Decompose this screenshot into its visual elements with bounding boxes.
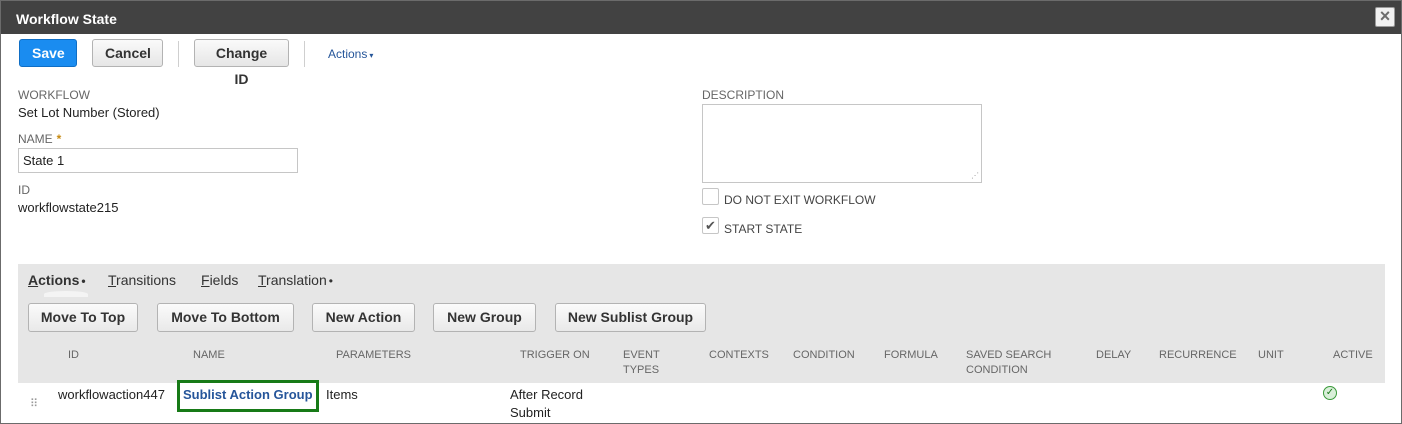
col-delay[interactable]: DELAY xyxy=(1096,348,1131,363)
col-condition[interactable]: CONDITION xyxy=(793,348,855,363)
actions-menu-label: Actions xyxy=(328,47,368,61)
required-mark: * xyxy=(56,132,62,146)
tab-actions[interactable]: Actions • xyxy=(28,272,86,288)
row-trigger-on: After Record Submit xyxy=(510,386,583,422)
tab-access-key: A xyxy=(28,272,39,288)
row-name-link[interactable]: Sublist Action Group xyxy=(177,380,319,412)
row-id: workflowaction447 xyxy=(58,387,165,402)
save-button[interactable]: Save xyxy=(19,39,77,67)
col-name[interactable]: NAME xyxy=(193,348,225,363)
title-bar: Workflow State × xyxy=(1,1,1401,34)
col-parameters[interactable]: PARAMETERS xyxy=(336,348,411,363)
do-not-exit-label: DO NOT EXIT WORKFLOW xyxy=(724,193,876,207)
new-action-button[interactable]: New Action xyxy=(312,303,415,332)
col-id[interactable]: ID xyxy=(68,348,79,363)
caret-down-icon: ▾ xyxy=(369,51,374,60)
resize-grip-icon[interactable]: ⋰ xyxy=(971,171,979,180)
col-formula[interactable]: FORMULA xyxy=(884,348,938,363)
tab-dot: • xyxy=(328,274,333,288)
new-group-button[interactable]: New Group xyxy=(433,303,536,332)
active-check-icon: ✓ xyxy=(1323,386,1337,400)
col-event-types-line1: EVENT xyxy=(623,349,660,361)
toolbar-divider xyxy=(178,41,179,67)
row-trigger-on-line2: Submit xyxy=(510,405,551,420)
tab-transitions[interactable]: Transitions xyxy=(108,272,176,288)
tab-translation[interactable]: Translation • xyxy=(258,272,333,288)
start-state-label: START STATE xyxy=(724,222,803,236)
close-icon[interactable]: × xyxy=(1375,7,1395,27)
tab-access-key: T xyxy=(258,272,267,288)
col-unit[interactable]: UNIT xyxy=(1258,348,1284,363)
table-header: ID NAME PARAMETERS TRIGGER ON EVENT TYPE… xyxy=(18,341,1385,383)
id-value: workflowstate215 xyxy=(18,200,119,215)
workflow-state-window: Workflow State × Save Cancel Change ID A… xyxy=(0,0,1402,424)
workflow-value: Set Lot Number (Stored) xyxy=(18,105,160,120)
col-active[interactable]: ACTIVE xyxy=(1333,348,1373,363)
col-contexts[interactable]: CONTEXTS xyxy=(709,348,769,363)
new-sublist-group-button[interactable]: New Sublist Group xyxy=(555,303,706,332)
toolbar-divider xyxy=(304,41,305,67)
col-event-types[interactable]: EVENT TYPES xyxy=(623,348,660,378)
col-trigger-on[interactable]: TRIGGER ON xyxy=(520,348,590,363)
cancel-button[interactable]: Cancel xyxy=(92,39,163,67)
tab-access-key: F xyxy=(201,272,210,288)
tab-label: ields xyxy=(209,272,239,288)
workflow-label: WORKFLOW xyxy=(18,88,90,102)
sublist-panel: Actions • Transitions Fields Translation •… xyxy=(18,264,1385,423)
row-trigger-on-line1: After Record xyxy=(510,387,583,402)
tab-access-key: T xyxy=(108,272,117,288)
tab-label: ranslation xyxy=(266,272,327,288)
col-saved-search-condition[interactable]: SAVED SEARCH CONDITION xyxy=(966,348,1051,378)
move-to-bottom-button[interactable]: Move To Bottom xyxy=(157,303,294,332)
id-label: ID xyxy=(18,183,30,197)
name-label-text: NAME xyxy=(18,132,53,146)
col-recurrence[interactable]: RECURRENCE xyxy=(1159,348,1237,363)
description-label: DESCRIPTION xyxy=(702,88,785,102)
row-parameters: Items xyxy=(326,387,358,402)
table-row[interactable]: ⠿ workflowaction447 Sublist Action Group… xyxy=(18,380,1385,423)
window-title: Workflow State xyxy=(16,11,117,27)
tab-label: ransitions xyxy=(116,272,176,288)
name-label: NAME * xyxy=(18,132,61,146)
tab-label: ctions xyxy=(38,272,80,288)
name-input[interactable]: State 1 xyxy=(18,148,298,173)
tab-fields[interactable]: Fields xyxy=(201,272,238,288)
do-not-exit-checkbox[interactable] xyxy=(702,188,719,205)
col-saved-search-line2: CONDITION xyxy=(966,364,1028,376)
start-state-checkbox[interactable]: ✔ xyxy=(702,217,719,234)
description-textarea[interactable]: ⋰ xyxy=(702,104,982,183)
tab-dot: • xyxy=(81,274,86,288)
change-id-button[interactable]: Change ID xyxy=(194,39,289,87)
actions-menu[interactable]: Actions ▾ xyxy=(328,47,373,61)
col-event-types-line2: TYPES xyxy=(623,364,660,376)
drag-handle-icon[interactable]: ⠿ xyxy=(30,397,38,410)
active-tab-indicator xyxy=(44,291,88,297)
move-to-top-button[interactable]: Move To Top xyxy=(28,303,138,332)
col-saved-search-line1: SAVED SEARCH xyxy=(966,349,1052,361)
